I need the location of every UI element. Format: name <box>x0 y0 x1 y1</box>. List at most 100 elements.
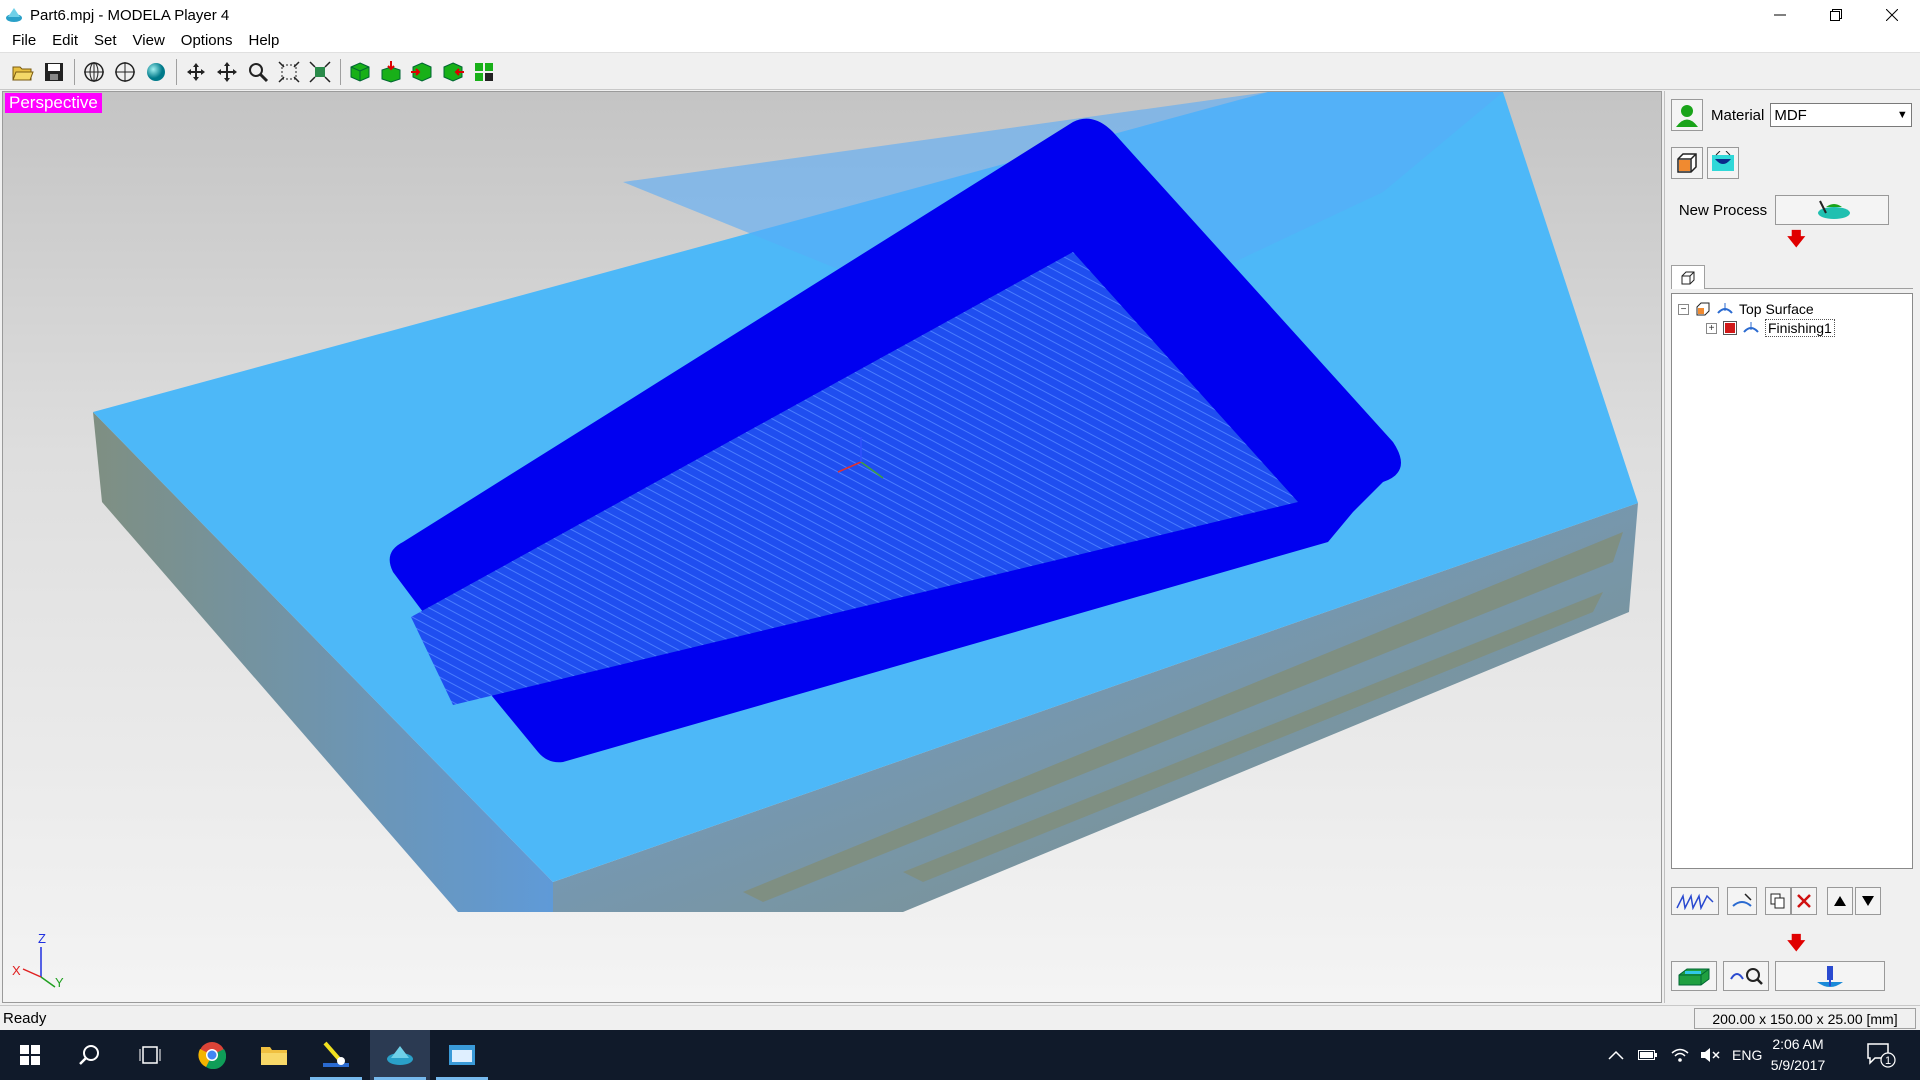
start-button[interactable] <box>0 1030 60 1080</box>
edit-process-icon <box>1732 893 1752 907</box>
file-explorer-taskbar-button[interactable] <box>244 1030 304 1080</box>
model-side-button[interactable] <box>438 57 468 87</box>
cut-button[interactable] <box>1775 961 1885 991</box>
wifi-icon[interactable] <box>1670 1047 1690 1063</box>
green-cube-right-icon <box>443 61 464 82</box>
render-shaded-button[interactable] <box>141 57 171 87</box>
material-row: Material MDF ▼ <box>1671 99 1913 131</box>
shaded-sphere-icon <box>147 62 165 81</box>
language-indicator[interactable]: ENG <box>1732 1047 1762 1063</box>
menu-options[interactable]: Options <box>173 30 241 52</box>
pan-button[interactable] <box>212 57 242 87</box>
preview-cut-button[interactable] <box>1723 961 1769 991</box>
toolbar <box>0 54 1920 90</box>
notification-icon: 1 <box>1867 1043 1896 1068</box>
cube-small-icon <box>1696 302 1710 316</box>
open-button[interactable] <box>8 57 38 87</box>
output-buttons <box>1671 961 1885 991</box>
status-bar: Ready 200.00 x 150.00 x 25.00 [mm] <box>0 1005 1920 1030</box>
process-panel: Material MDF ▼ New Process 🡇 − Top Surfa… <box>1664 91 1920 1003</box>
new-process-button[interactable] <box>1775 195 1889 225</box>
tree-item-finishing1[interactable]: + Finishing1 <box>1706 318 1835 338</box>
task-view-button[interactable] <box>120 1030 180 1080</box>
green-cube-left-icon <box>411 61 432 82</box>
tab-process-tree[interactable] <box>1671 265 1705 289</box>
simulate-button[interactable] <box>1671 961 1717 991</box>
save-button[interactable] <box>39 57 69 87</box>
copy-icon <box>1770 893 1785 909</box>
system-tray: ENG <box>1608 1030 1762 1080</box>
surface-small-icon <box>1717 303 1733 314</box>
chrome-taskbar-button[interactable] <box>182 1030 242 1080</box>
model-buttons <box>1671 147 1739 179</box>
axis-y-label: Y <box>55 975 64 990</box>
grid-blocks-icon <box>475 62 493 81</box>
view-side-button[interactable] <box>110 57 140 87</box>
fit-view-button[interactable] <box>305 57 335 87</box>
material-dropdown[interactable]: MDF ▼ <box>1770 103 1913 127</box>
cnc-tool-icon <box>323 1041 349 1067</box>
restore-icon <box>1830 9 1842 21</box>
process-tree: − Top Surface + Finishing1 <box>1671 293 1913 869</box>
view-front-button[interactable] <box>79 57 109 87</box>
tree-item-top-surface[interactable]: − Top Surface <box>1678 299 1814 319</box>
layout-button[interactable] <box>469 57 499 87</box>
zoom-button[interactable] <box>243 57 273 87</box>
move-up-button[interactable] <box>1827 887 1853 915</box>
battery-icon[interactable] <box>1638 1049 1658 1061</box>
model-button[interactable] <box>1671 147 1703 179</box>
action-center-button[interactable]: 1 <box>1866 1030 1896 1080</box>
volume-muted-icon[interactable] <box>1700 1047 1720 1063</box>
magnifier-icon <box>249 62 269 82</box>
menu-file[interactable]: File <box>4 30 44 52</box>
vpanel-taskbar-button[interactable] <box>306 1030 366 1080</box>
tree-label: Top Surface <box>1739 301 1814 317</box>
menu-edit[interactable]: Edit <box>44 30 86 52</box>
delete-button[interactable] <box>1791 887 1817 915</box>
folder-icon <box>261 1047 287 1065</box>
collapse-icon[interactable]: − <box>1678 303 1689 315</box>
modela-taskbar-button[interactable] <box>370 1030 430 1080</box>
move-down-button[interactable] <box>1855 887 1881 915</box>
edit-process-button[interactable] <box>1727 887 1757 915</box>
system-clock[interactable]: 2:06 AM 5/9/2017 <box>1760 1034 1836 1076</box>
3d-viewport[interactable]: Perspective Z X Y <box>2 91 1662 1003</box>
flow-arrow-icon: 🡇 <box>1787 933 1806 953</box>
chevron-up-icon[interactable] <box>1608 1050 1624 1060</box>
app-taskbar-button[interactable] <box>432 1030 492 1080</box>
globe-wire-icon <box>115 61 135 82</box>
restore-button[interactable] <box>1808 0 1864 30</box>
material-label: Material <box>1711 106 1765 124</box>
rotate-button[interactable] <box>181 57 211 87</box>
model-front-button[interactable] <box>407 57 437 87</box>
user-settings-button[interactable] <box>1671 99 1703 131</box>
process-tabs <box>1671 265 1913 289</box>
notification-count: 1 <box>1885 1055 1891 1067</box>
toolbar-separator <box>74 58 75 85</box>
flow-arrow-icon: 🡇 <box>1787 229 1806 249</box>
path-preview-button[interactable] <box>1671 887 1719 915</box>
copy-button[interactable] <box>1765 887 1791 915</box>
minimize-icon <box>1774 14 1786 16</box>
minimize-button[interactable] <box>1752 0 1808 30</box>
zoom-window-button[interactable] <box>274 57 304 87</box>
modela-app-icon <box>387 1046 413 1065</box>
surface-button[interactable] <box>1707 147 1739 179</box>
menu-view[interactable]: View <box>125 30 173 52</box>
stock-model-render <box>93 92 1638 912</box>
cube-small-icon <box>1681 271 1695 284</box>
new-process-label: New Process <box>1678 201 1768 219</box>
close-icon <box>1886 9 1898 21</box>
new-process-row: New Process <box>1671 195 1889 225</box>
expand-icon[interactable]: + <box>1706 322 1717 334</box>
new-process-icon <box>1818 200 1850 219</box>
model-iso-button[interactable] <box>345 57 375 87</box>
checkbox-icon[interactable] <box>1723 321 1737 335</box>
close-button[interactable] <box>1864 0 1920 30</box>
menu-help[interactable]: Help <box>241 30 288 52</box>
model-top-button[interactable] <box>376 57 406 87</box>
search-button[interactable] <box>60 1030 120 1080</box>
windows-taskbar: ENG 2:06 AM 5/9/2017 1 <box>0 1030 1920 1080</box>
delete-x-icon <box>1797 894 1811 908</box>
menu-set[interactable]: Set <box>86 30 125 52</box>
